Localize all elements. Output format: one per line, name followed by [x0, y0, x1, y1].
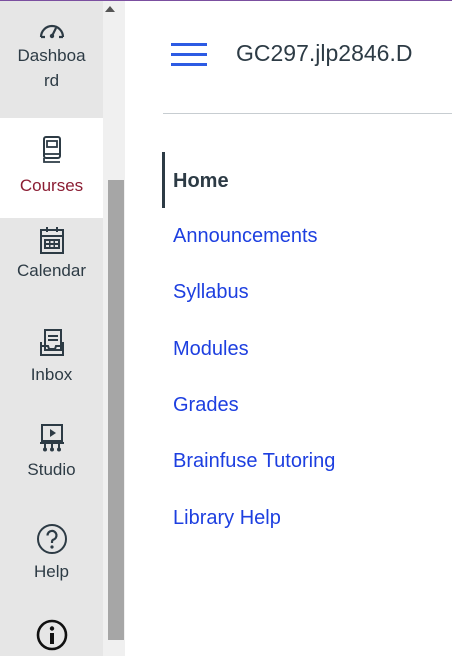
course-nav-library-help[interactable]: Library Help	[173, 507, 281, 530]
global-nav-courses[interactable]: Courses	[0, 118, 103, 218]
course-nav-modules[interactable]: Modules	[173, 338, 249, 361]
calendar-icon	[39, 227, 64, 254]
course-title-breadcrumb[interactable]: GC297.jlp2846.D	[236, 40, 412, 67]
help-icon	[36, 524, 67, 554]
global-nav-dashboard-label-line2: rd	[43, 71, 60, 90]
scroll-up-arrow-icon[interactable]	[105, 6, 115, 12]
global-nav-courses-label: Courses	[19, 176, 84, 195]
global-nav-inbox-label: Inbox	[30, 365, 73, 384]
global-nav-info[interactable]	[0, 619, 103, 656]
dashboard-icon	[39, 24, 64, 39]
course-nav-grades[interactable]: Grades	[173, 394, 239, 417]
course-nav-home[interactable]: Home	[173, 170, 229, 193]
hamburger-line-middle	[171, 53, 207, 56]
global-nav-dashboard-label-line1: Dashboa	[17, 46, 86, 65]
header-divider	[163, 113, 452, 114]
global-nav-studio[interactable]: Studio	[0, 423, 103, 503]
course-nav-announcements[interactable]: Announcements	[173, 225, 318, 248]
inbox-icon	[39, 329, 64, 356]
global-nav-studio-label: Studio	[27, 460, 76, 479]
global-nav-help[interactable]: Help	[0, 523, 103, 603]
courses-icon	[42, 136, 61, 163]
global-navigation: Dashboa rd Courses Calendar Inbox Studio…	[0, 1, 103, 656]
global-nav-calendar-label: Calendar	[17, 261, 86, 280]
global-nav-inbox[interactable]: Inbox	[0, 328, 103, 408]
global-nav-calendar[interactable]: Calendar	[0, 226, 103, 306]
global-nav-help-label: Help	[34, 562, 69, 581]
hamburger-menu-button[interactable]	[171, 43, 207, 69]
hamburger-line-top	[171, 43, 207, 46]
course-nav-syllabus[interactable]: Syllabus	[173, 281, 249, 304]
hamburger-line-bottom	[171, 63, 207, 66]
info-icon	[36, 619, 67, 651]
global-nav-dashboard[interactable]: Dashboa rd	[0, 1, 103, 93]
studio-icon	[39, 424, 64, 452]
sidebar-scrollbar-thumb[interactable]	[108, 180, 124, 640]
course-nav-brainfuse-tutoring[interactable]: Brainfuse Tutoring	[173, 450, 335, 473]
active-indicator-bar	[162, 152, 165, 208]
